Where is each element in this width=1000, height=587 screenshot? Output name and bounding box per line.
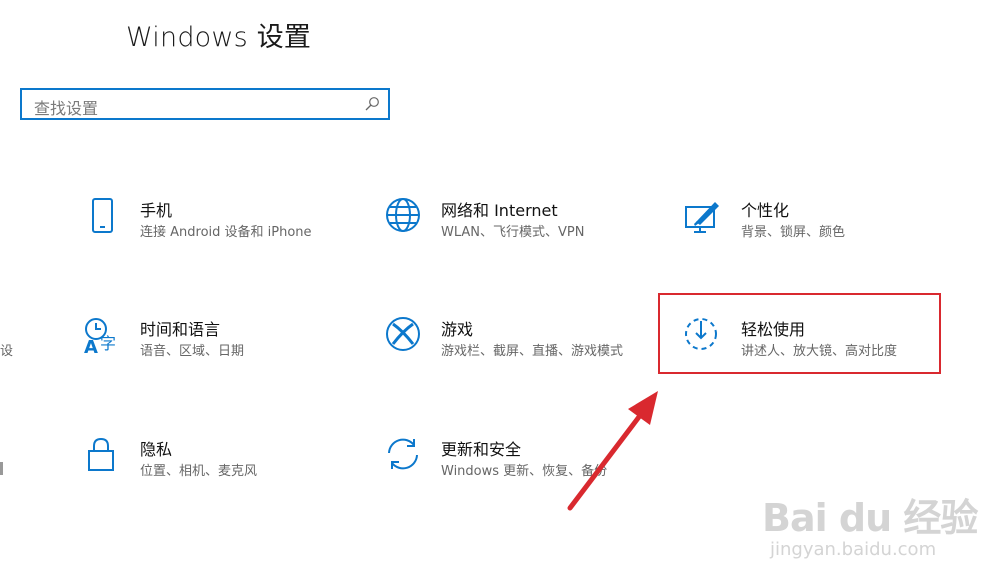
search-icon[interactable] <box>364 96 380 112</box>
left-cut-text: 设 <box>0 344 14 359</box>
page-title: Windows 设置 <box>126 22 312 53</box>
tile-desc: 语音、区域、日期 <box>140 344 245 359</box>
tile-desc: 游戏栏、截屏、直播、游戏模式 <box>441 344 624 359</box>
tile-name: 游戏 <box>441 320 474 339</box>
tile-name: 时间和语言 <box>140 320 221 339</box>
personalization-icon <box>685 202 719 233</box>
search-placeholder: 查找设置 <box>34 99 99 118</box>
left-cut-mark <box>0 462 3 475</box>
update-icon <box>388 438 418 470</box>
tile-desc: 位置、相机、麦克风 <box>140 464 258 479</box>
phone-icon <box>92 198 113 233</box>
watermark-url: jingyan.baidu.com <box>770 539 937 560</box>
highlight-box <box>658 293 941 374</box>
tile-name: 隐私 <box>140 440 173 459</box>
globe-icon <box>386 198 420 232</box>
search-box[interactable]: 查找设置 <box>20 88 390 120</box>
watermark-brand: Bai du 经验 <box>762 496 978 540</box>
tile-desc: 连接 Android 设备和 iPhone <box>140 225 312 240</box>
tile-name: 网络和 Internet <box>441 201 558 220</box>
tile-desc: 背景、锁屏、颜色 <box>741 225 846 240</box>
baidu-watermark: Bai du 经验 jingyan.baidu.com <box>762 487 992 577</box>
tile-desc: WLAN、飞行模式、VPN <box>441 225 585 240</box>
tile-name: 手机 <box>140 201 173 220</box>
svg-text:A: A <box>84 337 98 357</box>
time-language-icon: A 字 <box>84 318 116 357</box>
lock-icon <box>88 437 114 471</box>
red-arrow-icon <box>567 391 658 511</box>
tile-name: 个性化 <box>741 201 790 220</box>
xbox-icon <box>386 317 420 351</box>
tile-name: 更新和安全 <box>441 440 522 459</box>
svg-text:字: 字 <box>100 334 116 353</box>
